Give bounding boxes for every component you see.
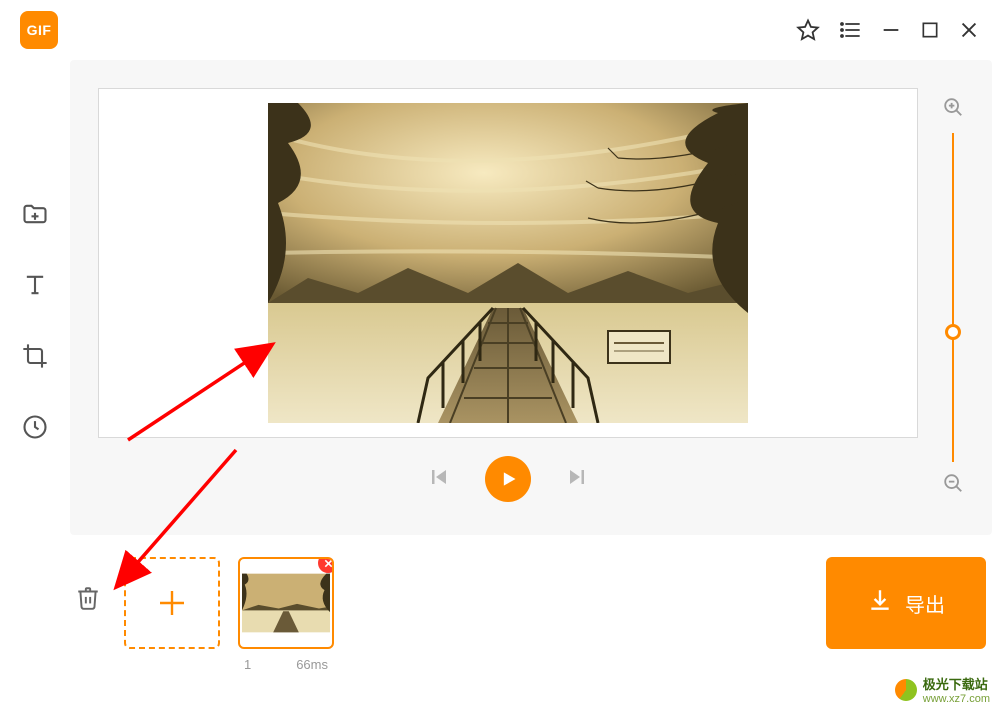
duration-tool[interactable] (21, 413, 49, 446)
app-logo: GIF (20, 11, 58, 49)
zoom-track[interactable] (952, 133, 954, 462)
zoom-slider[interactable] (938, 96, 968, 499)
watermark-logo-icon (895, 679, 917, 701)
zoom-in-icon[interactable] (942, 96, 964, 123)
watermark-url: www.xz7.com (923, 693, 990, 705)
favorite-icon[interactable] (796, 18, 820, 42)
add-file-tool[interactable] (21, 200, 49, 233)
download-icon (867, 587, 893, 619)
playback-controls (98, 456, 918, 502)
list-icon[interactable] (838, 18, 862, 42)
text-tool[interactable] (21, 271, 49, 304)
titlebar: GIF (0, 0, 1000, 60)
minimize-icon[interactable] (880, 19, 902, 41)
export-button[interactable]: 导出 (826, 557, 986, 649)
maximize-icon[interactable] (920, 20, 940, 40)
app-logo-text: GIF (27, 22, 52, 38)
next-frame-icon[interactable] (565, 465, 589, 494)
watermark-text: 极光下载站 (923, 674, 990, 693)
zoom-handle[interactable] (945, 324, 961, 340)
frame-duration: 66ms (296, 657, 328, 672)
remove-frame-icon[interactable] (318, 557, 334, 573)
play-button[interactable] (485, 456, 531, 502)
window-controls (796, 18, 980, 42)
zoom-out-icon[interactable] (942, 472, 964, 499)
preview-stage (70, 60, 992, 535)
add-frame-button[interactable] (124, 557, 220, 649)
trash-icon[interactable] (70, 585, 106, 611)
close-icon[interactable] (958, 19, 980, 41)
sidebar (0, 60, 70, 711)
frame-meta: 1 66ms (238, 657, 334, 672)
frame-strip: 1 66ms 导出 (70, 557, 992, 672)
main-area: 1 66ms 导出 (70, 60, 1000, 711)
export-label: 导出 (905, 589, 945, 618)
watermark: 极光下载站 www.xz7.com (895, 674, 990, 705)
frame-tile[interactable]: 1 66ms (238, 557, 334, 672)
canvas-frame (98, 88, 918, 438)
crop-tool[interactable] (21, 342, 49, 375)
prev-frame-icon[interactable] (427, 465, 451, 494)
frame-index: 1 (244, 657, 251, 672)
preview-image (268, 103, 748, 423)
frame-thumbnail[interactable] (238, 557, 334, 649)
